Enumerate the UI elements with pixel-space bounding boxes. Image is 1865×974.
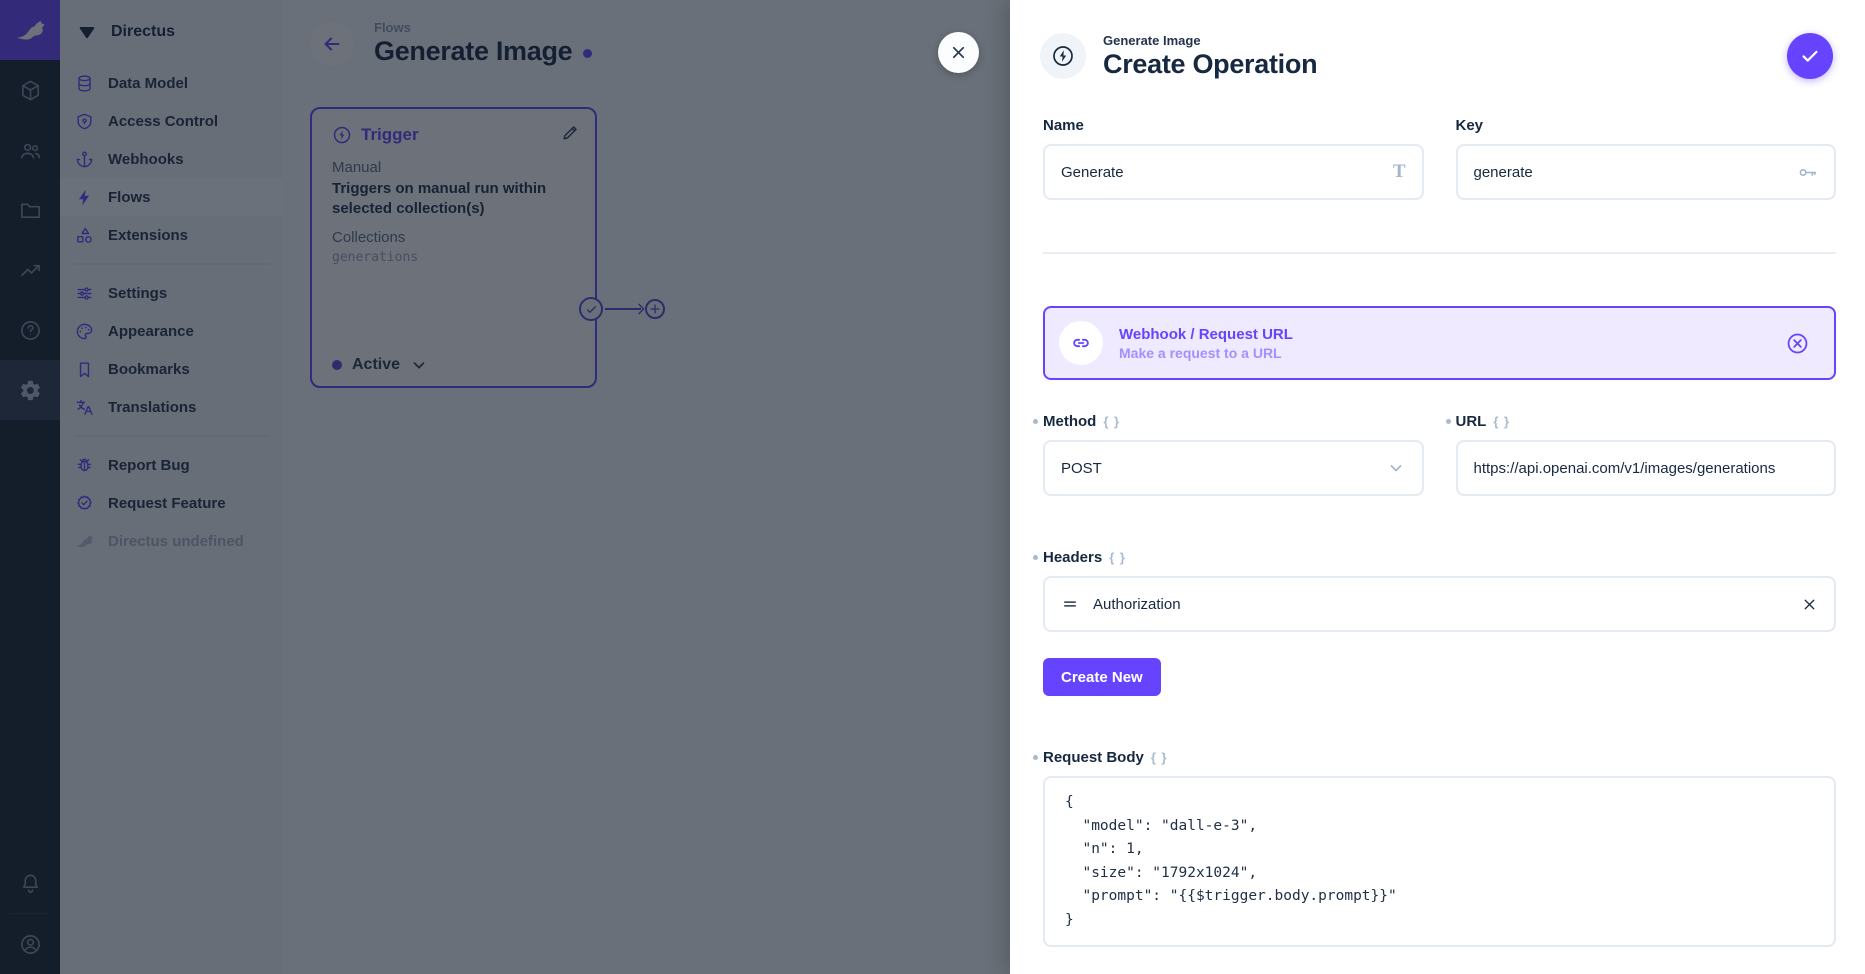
request-body-editor[interactable]: { "model": "dall-e-3", "n": 1, "size": "… (1043, 776, 1836, 947)
operation-type-title: Webhook / Request URL (1119, 326, 1769, 343)
key-icon (1797, 162, 1818, 183)
section-divider (1043, 252, 1836, 254)
code-line: } (1065, 909, 1814, 933)
raw-value-icon[interactable]: { } (1151, 750, 1168, 765)
required-dot (1033, 755, 1038, 760)
create-operation-drawer: Generate Image Create Operation Name T K… (1010, 0, 1865, 974)
close-drawer-button[interactable] (938, 32, 979, 73)
header-row: Authorization (1043, 576, 1836, 632)
key-field-group: Key (1456, 114, 1837, 200)
method-field-label: Method (1043, 413, 1096, 430)
method-select[interactable]: POST (1043, 440, 1424, 496)
save-button[interactable] (1787, 33, 1833, 79)
key-input[interactable] (1474, 164, 1786, 181)
url-field-label: URL (1456, 413, 1487, 430)
method-select-value: POST (1061, 460, 1102, 477)
raw-value-icon[interactable]: { } (1109, 550, 1126, 565)
code-line: { (1065, 791, 1814, 815)
link-icon (1059, 321, 1103, 365)
required-dot (1033, 555, 1038, 560)
operation-type-subtitle: Make a request to a URL (1119, 345, 1769, 361)
deselect-type-button[interactable] (1785, 331, 1810, 356)
remove-header-icon[interactable] (1801, 596, 1818, 613)
drag-handle-icon[interactable] (1061, 595, 1079, 613)
request-body-label: Request Body (1043, 749, 1144, 766)
url-input[interactable] (1474, 460, 1819, 477)
create-new-button[interactable]: Create New (1043, 658, 1161, 696)
title-format-icon[interactable]: T (1393, 161, 1406, 183)
url-field-group: URL { } (1456, 410, 1837, 496)
operation-bolt-circle-icon (1040, 33, 1086, 79)
check-icon (1799, 45, 1821, 67)
drawer-title: Create Operation (1103, 49, 1317, 80)
code-line: "model": "dall-e-3", (1065, 815, 1814, 839)
name-field-label: Name (1043, 117, 1084, 134)
required-dot (1033, 419, 1038, 424)
method-field-group: Method { } POST (1043, 410, 1424, 496)
name-input[interactable] (1061, 164, 1381, 181)
code-line: "n": 1, (1065, 838, 1814, 862)
raw-value-icon[interactable]: { } (1493, 414, 1510, 429)
required-dot (1446, 419, 1451, 424)
drawer-breadcrumb[interactable]: Generate Image (1103, 33, 1317, 48)
close-icon (949, 43, 968, 62)
code-line: "size": "1792x1024", (1065, 862, 1814, 886)
header-row-value[interactable]: Authorization (1093, 596, 1787, 613)
headers-field-label: Headers (1043, 549, 1102, 566)
operation-type-banner[interactable]: Webhook / Request URL Make a request to … (1043, 306, 1836, 380)
drawer-header: Generate Image Create Operation (1010, 0, 1865, 112)
raw-value-icon[interactable]: { } (1103, 414, 1120, 429)
chevron-down-icon (1386, 458, 1406, 478)
code-line: "prompt": "{{$trigger.body.prompt}}" (1065, 885, 1814, 909)
name-field-group: Name T (1043, 114, 1424, 200)
modal-overlay[interactable] (0, 0, 1010, 974)
key-field-label: Key (1456, 117, 1484, 134)
